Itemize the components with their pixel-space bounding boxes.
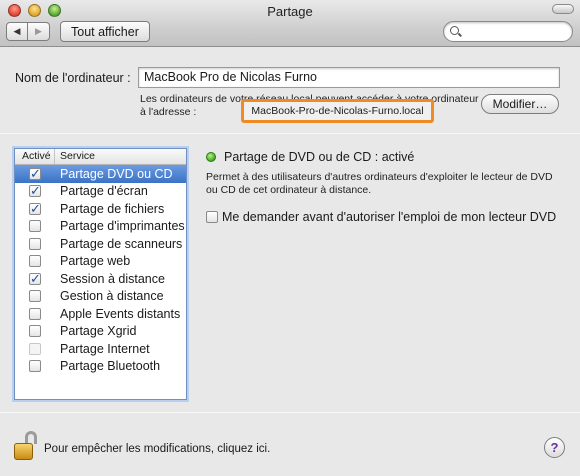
service-list-header: Activé Service [15,149,186,165]
service-enabled-checkbox[interactable] [29,237,41,250]
service-status-title: Partage de DVD ou de CD : activé [224,150,415,164]
service-label: Partage Internet [60,341,150,356]
back-button[interactable]: ◀ [6,22,28,41]
service-row[interactable]: Partage Internet [15,340,186,358]
service-row[interactable]: Gestion à distance [15,288,186,306]
service-enabled-checkbox[interactable] [29,220,41,233]
service-label: Partage de scanneurs [60,236,183,251]
lock-icon[interactable] [14,431,40,461]
forward-arrow-icon: ▶ [35,26,42,36]
service-row[interactable]: Partage Bluetooth [15,358,186,376]
forward-button[interactable]: ▶ [28,22,50,41]
service-checkbox-cell [15,220,55,233]
column-header-service[interactable]: Service [55,149,95,164]
service-label: Partage DVD ou CD [60,166,173,181]
service-enabled-checkbox[interactable] [29,325,41,338]
service-checkbox-cell [15,183,55,199]
modify-button[interactable]: Modifier… [481,94,559,114]
title-bar: Partage ◀ ▶ Tout afficher [0,0,580,47]
service-label: Apple Events distants [60,306,181,321]
service-row[interactable]: Apple Events distants [15,305,186,323]
sharing-window: Partage ◀ ▶ Tout afficher Nom de l'ordin… [0,0,580,476]
toolbar-toggle-button[interactable] [552,4,574,14]
computer-name-label: Nom de l'ordinateur : [15,71,131,85]
show-all-button[interactable]: Tout afficher [60,21,150,42]
service-enabled-checkbox[interactable] [29,201,41,217]
service-rows: Partage DVD ou CD Partage d'écran Partage … [15,165,186,375]
search-field[interactable] [443,21,573,42]
service-row[interactable]: Partage DVD ou CD [15,165,186,183]
service-label: Session à distance [60,271,165,286]
help-icon: ? [550,440,559,455]
computer-address: MacBook-Pro-de-Nicolas-Furno.local [241,99,434,123]
footer-divider [0,412,580,413]
service-label: Partage web [60,254,131,269]
search-icon [450,26,459,35]
back-arrow-icon: ◀ [13,26,21,36]
service-enabled-checkbox[interactable] [29,360,41,373]
service-checkbox-cell [15,325,55,338]
service-checkbox-cell [15,342,55,355]
service-enabled-checkbox[interactable] [29,166,41,182]
column-header-enabled[interactable]: Activé [15,149,55,164]
computer-name-input[interactable]: MacBook Pro de Nicolas Furno [138,67,560,88]
lock-message[interactable]: Pour empêcher les modifications, cliquez… [44,443,270,455]
service-list: Activé Service Partage DVD ou CDPartage … [14,148,187,400]
service-checkbox-cell [15,271,55,287]
service-row[interactable]: Partage de scanneurs [15,235,186,253]
service-label: Partage Xgrid [60,324,137,339]
help-button[interactable]: ? [544,437,565,458]
service-label: Partage d'écran [60,184,148,199]
service-enabled-checkbox[interactable] [29,183,41,199]
service-checkbox-cell [15,201,55,217]
service-row[interactable]: Session à distance [15,270,186,288]
service-row[interactable]: Partage d'écran [15,183,186,201]
status-indicator-icon [206,152,216,162]
service-enabled-checkbox[interactable] [29,307,41,320]
service-checkbox-cell [15,255,55,268]
service-checkbox-cell [15,290,55,303]
service-enabled-checkbox[interactable] [29,271,41,287]
service-row[interactable]: Partage Xgrid [15,323,186,341]
service-row[interactable]: Partage d'imprimantes [15,218,186,236]
ask-before-dvd-checkbox[interactable] [206,211,218,223]
navigation-buttons: ◀ ▶ [6,22,50,41]
service-row[interactable]: Partage web [15,253,186,271]
section-divider [0,133,580,134]
service-checkbox-cell [15,360,55,373]
service-label: Partage d'imprimantes [60,219,185,234]
service-row[interactable]: Partage de fichiers [15,200,186,218]
service-label: Gestion à distance [60,289,164,304]
service-enabled-checkbox[interactable] [29,290,41,303]
service-checkbox-cell [15,307,55,320]
service-label: Partage Bluetooth [60,359,161,374]
service-label: Partage de fichiers [60,201,165,216]
lock-body [14,443,33,460]
service-checkbox-cell [15,237,55,250]
service-checkbox-cell [15,166,55,182]
service-enabled-checkbox [29,342,41,355]
service-description: Permet à des utilisateurs d'autres ordin… [206,171,553,196]
window-title: Partage [267,4,313,19]
ask-before-dvd-label[interactable]: Me demander avant d'autoriser l'emploi d… [222,210,556,224]
service-enabled-checkbox[interactable] [29,255,41,268]
